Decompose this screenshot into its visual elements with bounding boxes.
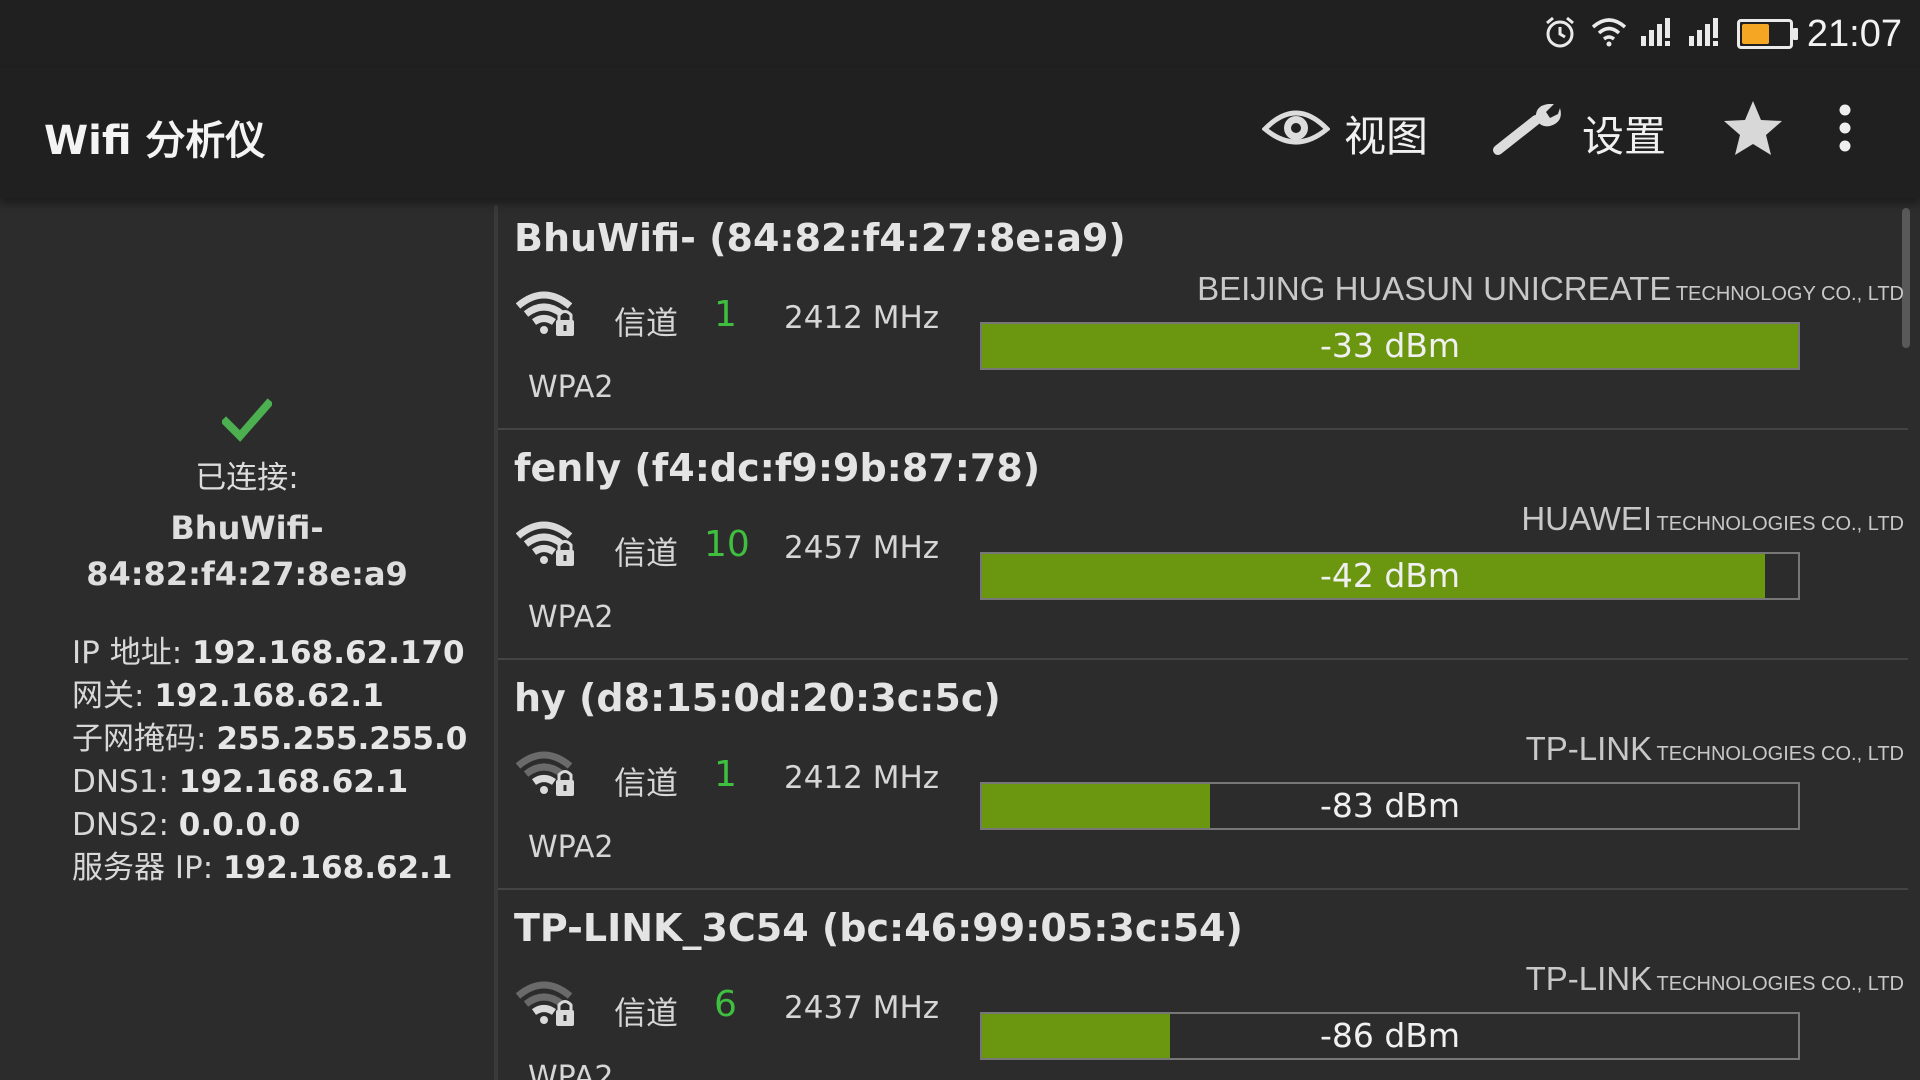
signal-icon	[1640, 18, 1675, 50]
security-type: WPA2	[528, 370, 614, 405]
detail-label: 服务器 IP:	[72, 850, 223, 886]
access-point-item[interactable]: BhuWifi- (84:82:f4:27:8e:a9) 信道 1 2412 M…	[498, 198, 1908, 430]
signal-bar: -86 dBm	[980, 1012, 1800, 1060]
frequency: 2412 MHz	[784, 760, 940, 796]
channel-label: 信道	[614, 994, 679, 1032]
ap-title: hy (d8:15:0d:20:3c:5c)	[514, 676, 1001, 720]
detail-value: 0.0.0.0	[178, 807, 301, 843]
access-point-item[interactable]: hy (d8:15:0d:20:3c:5c) 信道 1 2412 MHz WPA…	[498, 658, 1908, 890]
wifi-icon	[1591, 17, 1627, 51]
vendor-name: TP-LINK	[1525, 730, 1653, 767]
detail-label: 网关:	[72, 678, 155, 714]
battery-level	[1741, 24, 1770, 44]
vendor-name: HUAWEI	[1521, 500, 1653, 537]
signal-bar: -42 dBm	[980, 552, 1800, 600]
frequency: 2457 MHz	[784, 530, 940, 566]
wifi-lock-icon	[515, 520, 580, 574]
more-vert-icon	[1838, 103, 1852, 163]
frequency: 2412 MHz	[784, 300, 940, 336]
eye-icon	[1261, 103, 1331, 163]
status-time: 21:07	[1806, 12, 1902, 55]
detail-gateway: 网关: 192.168.62.1	[72, 675, 467, 718]
connected-ssid: BhuWifi- 84:82:f4:27:8e:a9	[0, 505, 494, 597]
connected-ssid-bssid: 84:82:f4:27:8e:a9	[86, 555, 408, 593]
vendor-suffix: TECHNOLOGIES CO., LTD	[1656, 513, 1904, 535]
favorite-button[interactable]	[1722, 100, 1784, 166]
vendor-suffix: TECHNOLOGIES CO., LTD	[1656, 743, 1904, 765]
vendor: HUAWEI TECHNOLOGIES CO., LTD	[1521, 500, 1904, 538]
more-options-button[interactable]	[1838, 100, 1852, 166]
channel-label: 信道	[614, 304, 679, 342]
channel-value: 6	[714, 984, 737, 1025]
detail-value: 192.168.62.170	[192, 635, 465, 671]
connection-status: 已连接: BhuWifi- 84:82:f4:27:8e:a9	[0, 398, 494, 597]
channel-value: 10	[704, 524, 750, 565]
vendor: TP-LINK TECHNOLOGIES CO., LTD	[1526, 730, 1904, 768]
detail-server-ip: 服务器 IP: 192.168.62.1	[72, 847, 467, 890]
vendor: TP-LINK TECHNOLOGIES CO., LTD	[1526, 960, 1904, 998]
connected-label: 已连接:	[195, 460, 299, 496]
channel-label: 信道	[614, 764, 679, 802]
action-bar: Wifi 分析仪 视图 设置	[0, 68, 1920, 198]
detail-label: DNS2:	[72, 807, 179, 843]
security-type: WPA2	[528, 830, 614, 865]
vendor-suffix: TECHNOLOGY CO., LTD	[1675, 283, 1904, 305]
network-details: IP 地址: 192.168.62.170 网关: 192.168.62.1 子…	[72, 632, 467, 890]
frequency: 2437 MHz	[784, 990, 940, 1026]
signal-strength: -83 dBm	[1319, 786, 1461, 825]
wrench-icon	[1492, 100, 1568, 166]
wifi-lock-icon	[515, 290, 580, 344]
signal-strength: -86 dBm	[1319, 1016, 1461, 1055]
access-point-item[interactable]: fenly (f4:dc:f9:9b:87:78) 信道 10 2457 MHz…	[498, 428, 1908, 660]
signal-bar: -33 dBm	[980, 322, 1800, 370]
channel-value: 1	[714, 754, 737, 795]
checkmark-icon	[220, 398, 274, 446]
vendor: BEIJING HUASUN UNICREATE TECHNOLOGY CO.,…	[1197, 270, 1904, 308]
ap-title: BhuWifi- (84:82:f4:27:8e:a9)	[514, 216, 1126, 260]
signal-icon	[1688, 18, 1723, 50]
connected-ssid-name: BhuWifi-	[170, 509, 324, 547]
vendor-name: BEIJING HUASUN UNICREATE	[1197, 270, 1672, 307]
security-type: WPA2	[528, 600, 614, 635]
security-type: WPA2	[528, 1060, 614, 1080]
signal-strength: -33 dBm	[1319, 326, 1461, 365]
vendor-name: TP-LINK	[1525, 960, 1653, 997]
battery-icon	[1736, 19, 1798, 49]
detail-value: 192.168.62.1	[223, 850, 453, 886]
detail-dns2: DNS2: 0.0.0.0	[72, 804, 467, 847]
star-icon	[1722, 99, 1784, 167]
settings-label: 设置	[1582, 111, 1667, 161]
signal-bar: -83 dBm	[980, 782, 1800, 830]
detail-label: 子网掩码:	[72, 721, 217, 757]
view-label: 视图	[1344, 111, 1429, 161]
detail-value: 255.255.255.0	[216, 721, 468, 757]
connection-panel: 已连接: BhuWifi- 84:82:f4:27:8e:a9 IP 地址: 1…	[0, 198, 494, 1080]
detail-label: DNS1:	[72, 764, 179, 800]
channel-value: 1	[714, 294, 737, 335]
detail-subnet: 子网掩码: 255.255.255.0	[72, 718, 467, 761]
detail-value: 192.168.62.1	[154, 678, 384, 714]
channel-label: 信道	[614, 534, 679, 572]
ap-title: fenly (f4:dc:f9:9b:87:78)	[514, 446, 1041, 490]
detail-label: IP 地址:	[72, 635, 192, 671]
detail-ip: IP 地址: 192.168.62.170	[72, 632, 467, 675]
view-button[interactable]: 视图	[1261, 100, 1429, 166]
ap-title: TP-LINK_3C54 (bc:46:99:05:3c:54)	[514, 906, 1243, 950]
status-bar: 21:07	[0, 0, 1920, 68]
wifi-lock-icon	[515, 980, 580, 1034]
wifi-lock-icon	[515, 750, 580, 804]
app-title: Wifi 分析仪	[44, 118, 266, 164]
access-point-list[interactable]: BhuWifi- (84:82:f4:27:8e:a9) 信道 1 2412 M…	[498, 198, 1920, 1080]
settings-button[interactable]: 设置	[1492, 100, 1666, 166]
detail-dns1: DNS1: 192.168.62.1	[72, 761, 467, 804]
access-point-item[interactable]: TP-LINK_3C54 (bc:46:99:05:3c:54) 信道 6 24…	[498, 888, 1908, 1080]
signal-strength: -42 dBm	[1319, 556, 1461, 595]
detail-value: 192.168.62.1	[178, 764, 409, 800]
status-icons: 21:07	[1543, 12, 1902, 56]
alarm-icon	[1543, 15, 1577, 53]
vendor-suffix: TECHNOLOGIES CO., LTD	[1656, 973, 1904, 995]
